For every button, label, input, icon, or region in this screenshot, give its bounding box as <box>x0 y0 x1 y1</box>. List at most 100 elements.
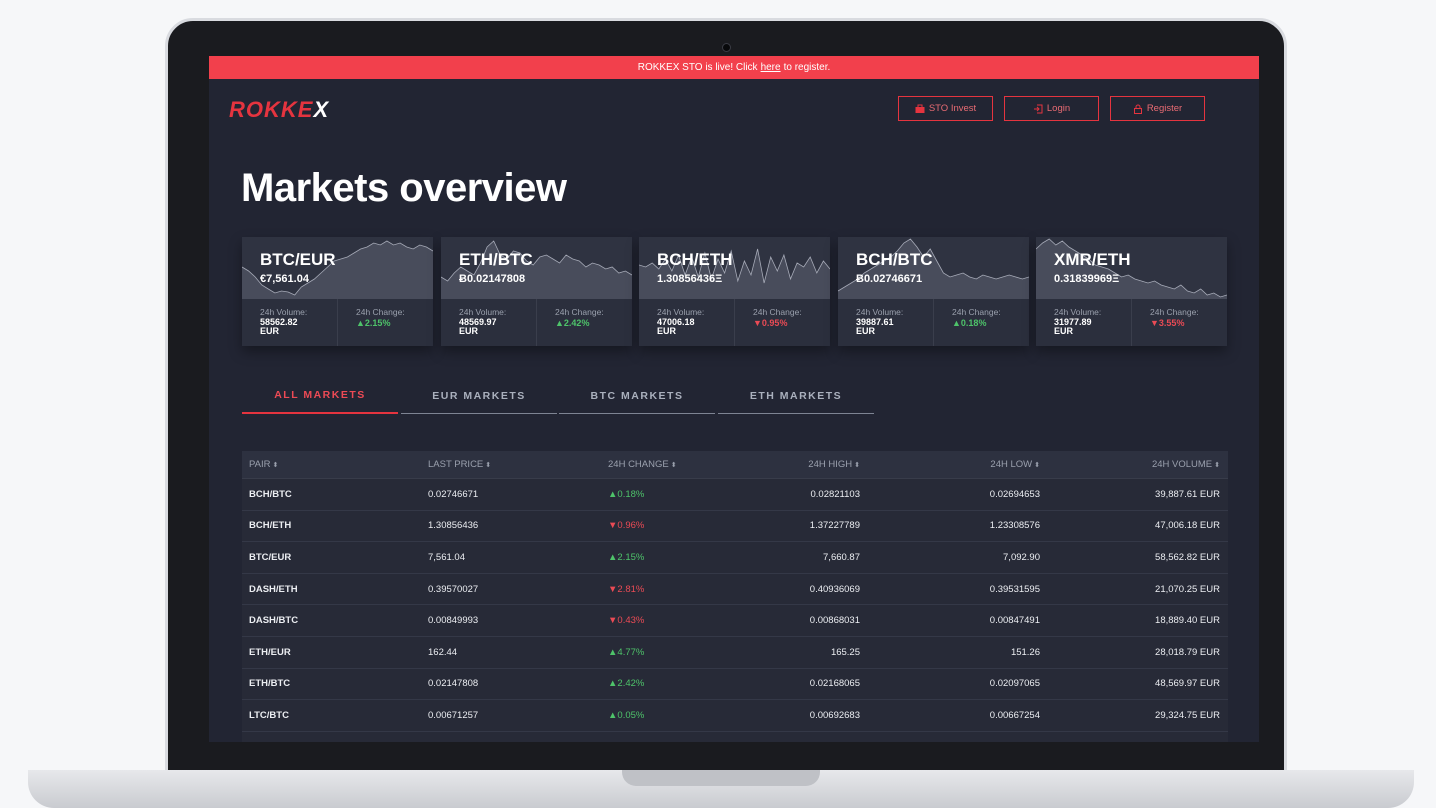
row-24h-high: 0.00035456 <box>810 732 860 743</box>
row-pair: DASH/ETH <box>249 583 298 595</box>
row-pair: ETH/BTC <box>249 678 291 690</box>
login-button[interactable]: Login <box>1004 96 1099 121</box>
row-24h-change: ▼ 0.96% <box>608 520 645 532</box>
card-pair: BCH/ETH <box>657 250 733 269</box>
triangle-up-icon: ▲ <box>356 318 365 328</box>
header-pair[interactable]: PAIR ⬍ <box>249 451 278 478</box>
screen: ROKKEX STO is live! Click here to regist… <box>209 56 1259 742</box>
ticker-card[interactable]: ETH/BTC Ƀ0.02147808 24h Volume: 48569.97… <box>441 237 632 346</box>
register-button[interactable]: Register <box>1110 96 1205 121</box>
table-row[interactable]: BCH/BTC 0.02746671 ▲ 0.18% 0.02821103 0.02694… <box>242 479 1228 511</box>
row-24h-low: 0.00847491 <box>989 615 1040 627</box>
sto-invest-button[interactable]: STO Invest <box>898 96 993 121</box>
webcam <box>722 43 731 52</box>
row-24h-change: ▲ 0.18% <box>608 488 645 500</box>
row-last-price: 0.02147808 <box>428 678 479 690</box>
table-header: PAIR ⬍ LAST PRICE ⬍ 24H CHANGE ⬍ 24H HIGH ⬍ … <box>242 451 1228 479</box>
table-row[interactable]: ETH/BTC 0.02147808 ▲ 2.42% 0.02168065 0.02097… <box>242 669 1228 701</box>
login-label: Login <box>1046 103 1071 114</box>
triangle-down-icon: ▼ <box>608 615 618 627</box>
table-row[interactable]: XLM/ETH 0.00033980 ▼0.15% 0.00035456 0.00033… <box>242 732 1228 743</box>
row-24h-high: 0.00692683 <box>809 709 860 721</box>
tab-eth-markets[interactable]: ETH MARKETS <box>718 378 874 414</box>
row-last-price: 0.00033980 <box>428 732 478 743</box>
change-label: 24h Change: <box>356 307 405 317</box>
row-24h-volume: 28,018.79 EUR <box>1155 646 1220 658</box>
table-row[interactable]: DASH/ETH 0.39570027 ▼ 2.81% 0.40936069 0.3953… <box>242 574 1228 606</box>
table-row[interactable]: DASH/BTC 0.00849993 ▼ 0.43% 0.00868031 0.0084… <box>242 605 1228 637</box>
row-last-price: 1.30856436 <box>428 520 479 532</box>
laptop-notch <box>622 770 820 786</box>
volume-label: 24h Volume: <box>260 307 308 317</box>
row-24h-high: 0.02821103 <box>810 488 861 500</box>
volume-value: 58562.82 EUR <box>260 317 298 336</box>
sort-icon: ⬍ <box>670 461 677 469</box>
volume-value: 48569.97 EUR <box>459 317 497 336</box>
register-label: Register <box>1146 103 1183 114</box>
row-24h-low: 0.00033980 <box>990 732 1040 743</box>
header-last-price[interactable]: LAST PRICE ⬍ <box>428 451 491 478</box>
row-24h-volume: 47,006.18 EUR <box>1155 520 1220 532</box>
triangle-up-icon: ▲ <box>608 678 618 690</box>
triangle-up-icon: ▲ <box>608 551 618 563</box>
ticker-card[interactable]: BCH/ETH 1.30856436Ξ 24h Volume: 47006.18… <box>639 237 830 346</box>
change-value: ▲0.18% <box>952 318 987 328</box>
table-row[interactable]: BCH/ETH 1.30856436 ▼ 0.96% 1.37227789 1.23308… <box>242 511 1228 543</box>
table-row[interactable]: BTC/EUR 7,561.04 ▲ 2.15% 7,660.87 7,092.90 58,… <box>242 542 1228 574</box>
table-row[interactable]: ETH/EUR 162.44 ▲ 4.77% 165.25 151.26 28,018.79… <box>242 637 1228 669</box>
row-24h-low: 0.02097065 <box>989 678 1040 690</box>
tab-eur-markets[interactable]: EUR MARKETS <box>401 378 557 414</box>
row-last-price: 162.44 <box>428 646 458 658</box>
tab-all-markets[interactable]: ALL MARKETS <box>242 378 398 414</box>
row-24h-high: 1.37227789 <box>809 520 860 532</box>
row-last-price: 7,561.04 <box>428 551 465 563</box>
triangle-up-icon: ▲ <box>608 709 618 721</box>
card-price: €7,561.04 <box>260 273 309 285</box>
tab-btc-markets[interactable]: BTC MARKETS <box>559 378 715 414</box>
sort-icon: ⬍ <box>1214 461 1220 469</box>
row-last-price: 0.00671257 <box>428 709 479 721</box>
row-24h-low: 0.02694653 <box>989 488 1040 500</box>
row-24h-change: ▲ 4.77% <box>608 646 645 658</box>
row-24h-high: 165.25 <box>830 646 860 658</box>
row-24h-volume: 58,562.82 EUR <box>1155 551 1220 563</box>
header-24h-change[interactable]: 24H CHANGE ⬍ <box>608 451 677 478</box>
row-24h-high: 0.00868031 <box>809 615 860 627</box>
change-value: ▼0.95% <box>753 318 788 328</box>
triangle-down-icon: ▼ <box>1150 318 1159 328</box>
row-pair: BCH/ETH <box>249 520 292 532</box>
row-24h-low: 1.23308576 <box>989 520 1040 532</box>
ticker-card[interactable]: BCH/BTC Ƀ0.02746671 24h Volume: 39887.61… <box>838 237 1029 346</box>
row-24h-volume: 283.78 EUR <box>1168 732 1220 743</box>
row-24h-low: 0.39531595 <box>989 583 1040 595</box>
volume-label: 24h Volume: <box>856 307 904 317</box>
rokkex-logo[interactable]: ROKKEX <box>229 97 329 123</box>
page-title: Markets overview <box>241 166 567 210</box>
card-price: 0.31839969Ξ <box>1054 273 1120 285</box>
header-24h-low[interactable]: 24H LOW ⬍ <box>990 451 1040 478</box>
row-pair: LTC/BTC <box>249 709 289 721</box>
row-24h-low: 151.26 <box>1010 646 1040 658</box>
briefcase-icon <box>915 104 925 113</box>
change-label: 24h Change: <box>555 307 604 317</box>
row-24h-change: ▼ 0.43% <box>608 615 645 627</box>
table-body: BCH/BTC 0.02746671 ▲ 0.18% 0.02821103 0.02694… <box>242 479 1228 742</box>
ticker-card[interactable]: XMR/ETH 0.31839969Ξ 24h Volume: 31977.89… <box>1036 237 1227 346</box>
row-last-price: 0.00849993 <box>428 615 479 627</box>
change-value: ▲2.15% <box>356 318 391 328</box>
row-24h-high: 7,660.87 <box>823 551 860 563</box>
sort-icon: ⬍ <box>485 461 492 469</box>
volume-label: 24h Volume: <box>1054 307 1102 317</box>
banner-register-link[interactable]: here <box>761 62 781 73</box>
ticker-card[interactable]: BTC/EUR €7,561.04 24h Volume: 58562.82 EU… <box>242 237 433 346</box>
sto-banner: ROKKEX STO is live! Click here to regist… <box>209 56 1259 79</box>
header: ROKKEX STO Invest Login Register <box>209 79 1259 139</box>
header-24h-volume[interactable]: 24H VOLUME ⬍ <box>1152 451 1220 478</box>
row-last-price: 0.02746671 <box>428 488 479 500</box>
table-row[interactable]: LTC/BTC 0.00671257 ▲ 0.05% 0.00692683 0.00667… <box>242 700 1228 732</box>
header-24h-high[interactable]: 24H HIGH ⬍ <box>808 451 860 478</box>
row-24h-change: ▼0.15% <box>608 732 644 743</box>
banner-text-before: ROKKEX STO is live! Click <box>637 62 758 73</box>
sort-icon: ⬍ <box>854 461 860 469</box>
card-pair: BTC/EUR <box>260 250 336 269</box>
